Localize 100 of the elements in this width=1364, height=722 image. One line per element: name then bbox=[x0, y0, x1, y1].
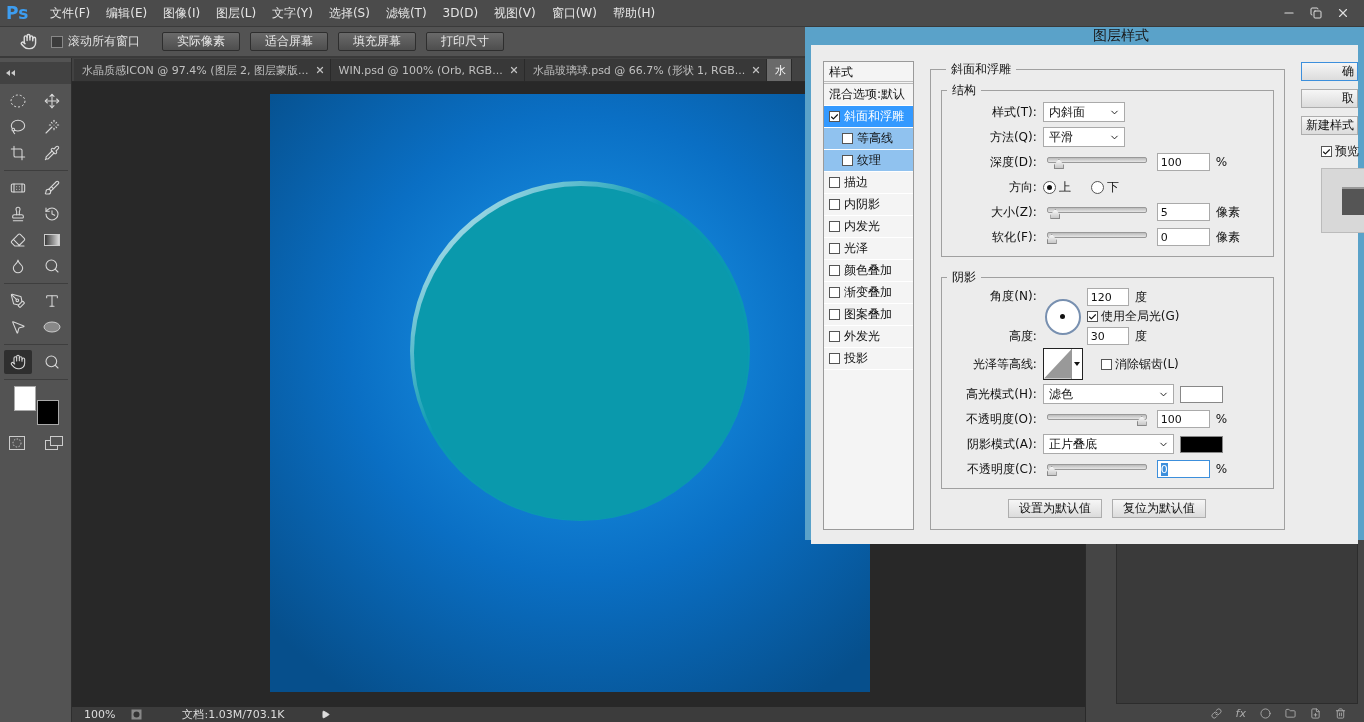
style-item[interactable]: 内发光 bbox=[824, 216, 913, 238]
slider-thumb[interactable] bbox=[1046, 234, 1057, 244]
slider[interactable] bbox=[1046, 229, 1147, 245]
number-field[interactable]: 100 bbox=[1156, 410, 1210, 428]
restore-icon[interactable] bbox=[1310, 7, 1322, 19]
link-icon[interactable] bbox=[1210, 707, 1222, 719]
hand-icon[interactable] bbox=[3, 350, 32, 374]
radio-button[interactable] bbox=[1042, 180, 1056, 194]
screen-mode-icon[interactable] bbox=[44, 436, 63, 450]
menu-item[interactable]: 窗口(W) bbox=[543, 4, 605, 22]
checkbox[interactable]: 消除锯齿(L) bbox=[1100, 355, 1179, 373]
field-label: 方法(Q): bbox=[988, 128, 1037, 146]
document-tab[interactable]: WIN.psd @ 100% (Orb, RGB... bbox=[330, 59, 525, 81]
slider[interactable] bbox=[1046, 204, 1147, 220]
play-icon[interactable] bbox=[320, 710, 330, 719]
document-tab[interactable]: 水晶质感ICON @ 97.4% (图层 2, 图层蒙版... bbox=[74, 59, 331, 81]
radio-option[interactable]: 上 bbox=[1042, 178, 1071, 196]
field-label: 高光模式(H): bbox=[965, 385, 1037, 403]
menu-item[interactable]: 编辑(E) bbox=[98, 4, 156, 22]
close-icon[interactable] bbox=[1336, 6, 1350, 20]
dropdown[interactable]: 正片叠底 bbox=[1042, 434, 1174, 454]
checkbox[interactable]: 使用全局光(G) bbox=[1086, 308, 1180, 325]
field-label: 不透明度(C): bbox=[965, 460, 1037, 478]
unit-label: 度 bbox=[1134, 327, 1147, 345]
option-button[interactable]: 实际像素 bbox=[162, 32, 240, 51]
style-item[interactable]: 渐变叠加 bbox=[824, 282, 913, 304]
color-swatch[interactable] bbox=[1179, 385, 1223, 403]
collapse-icon[interactable] bbox=[6, 70, 16, 76]
foreground-color-swatch[interactable] bbox=[13, 386, 36, 411]
fx-button[interactable]: fx bbox=[1235, 706, 1246, 720]
style-item[interactable]: 外发光 bbox=[824, 326, 913, 348]
dialog-button[interactable]: 确 bbox=[1301, 62, 1358, 81]
document-tab[interactable]: 水晶玻璃球.psd @ 66.7% (形状 1, RGB... bbox=[524, 59, 768, 81]
folder-icon[interactable] bbox=[1285, 707, 1296, 719]
check-icon bbox=[1087, 311, 1097, 322]
field-label: 高度: bbox=[1007, 328, 1037, 345]
close-icon[interactable] bbox=[314, 65, 325, 75]
menu-item[interactable]: 图像(I) bbox=[155, 4, 209, 22]
checkbox[interactable]: 滚动所有窗口 bbox=[51, 33, 140, 50]
contour-picker[interactable] bbox=[1042, 348, 1083, 380]
menu-item[interactable]: 文件(F) bbox=[42, 4, 99, 22]
default-button[interactable]: 复位为默认值 bbox=[1112, 498, 1207, 518]
quick-mask-icon[interactable] bbox=[8, 436, 25, 450]
style-item[interactable]: 纹理 bbox=[824, 150, 913, 172]
number-field[interactable]: 100 bbox=[1156, 153, 1210, 171]
slider[interactable] bbox=[1046, 411, 1147, 427]
style-item[interactable]: 内阴影 bbox=[824, 194, 913, 216]
slider[interactable] bbox=[1046, 154, 1147, 170]
dropdown[interactable]: 滤色 bbox=[1042, 384, 1174, 404]
field-label: 阴影模式(A): bbox=[966, 435, 1037, 453]
dialog-button[interactable]: 取 bbox=[1301, 89, 1358, 108]
menu-item[interactable]: 视图(V) bbox=[486, 4, 544, 22]
slider[interactable] bbox=[1046, 461, 1147, 477]
style-item[interactable]: 颜色叠加 bbox=[824, 260, 913, 282]
style-item[interactable]: 投影 bbox=[824, 348, 913, 370]
menu-item[interactable]: 滤镜(T) bbox=[377, 4, 435, 22]
document-icon[interactable] bbox=[131, 709, 143, 720]
menu-item[interactable]: 3D(D) bbox=[434, 6, 487, 20]
menu-item[interactable]: 帮助(H) bbox=[604, 4, 664, 22]
check-icon bbox=[830, 111, 839, 122]
menu-item[interactable]: 图层(L) bbox=[208, 4, 265, 22]
unit-label: 度 bbox=[1134, 288, 1147, 306]
option-button[interactable]: 打印尺寸 bbox=[426, 32, 504, 51]
menu-item[interactable]: 选择(S) bbox=[320, 4, 378, 22]
number-field[interactable]: 0 bbox=[1156, 228, 1210, 246]
section-title: 斜面和浮雕 bbox=[949, 61, 1012, 78]
new-layer-icon[interactable] bbox=[1310, 707, 1321, 719]
document-tab[interactable]: 水 bbox=[767, 59, 793, 81]
close-icon[interactable] bbox=[751, 65, 762, 75]
slider-thumb[interactable] bbox=[1136, 416, 1147, 426]
number-field[interactable]: 120 bbox=[1086, 288, 1129, 306]
radio-option[interactable]: 下 bbox=[1090, 178, 1119, 196]
number-field[interactable]: 30 bbox=[1086, 327, 1129, 345]
default-button[interactable]: 设置为默认值 bbox=[1008, 498, 1103, 518]
mask-icon[interactable] bbox=[1260, 707, 1271, 719]
radio-button[interactable] bbox=[1090, 180, 1104, 194]
dropdown[interactable]: 内斜面 bbox=[1042, 102, 1125, 122]
number-field[interactable]: 5 bbox=[1156, 203, 1210, 221]
background-color-swatch[interactable] bbox=[36, 400, 59, 425]
style-item[interactable]: 描边 bbox=[824, 172, 913, 194]
hand-icon[interactable] bbox=[20, 33, 37, 50]
angle-dial[interactable] bbox=[1044, 298, 1081, 335]
group-title: 结构 bbox=[950, 82, 977, 99]
option-button[interactable]: 适合屏幕 bbox=[250, 32, 328, 51]
trash-icon[interactable] bbox=[1335, 707, 1346, 719]
option-button[interactable]: 填充屏幕 bbox=[338, 32, 416, 51]
dialog-button[interactable]: 新建样式 bbox=[1301, 116, 1358, 135]
menu-item[interactable]: 文字(Y) bbox=[264, 4, 321, 22]
slider-thumb[interactable] bbox=[1046, 466, 1057, 476]
style-item[interactable]: 光泽 bbox=[824, 238, 913, 260]
slider-thumb[interactable] bbox=[1050, 209, 1061, 219]
style-item[interactable]: 等高线 bbox=[824, 128, 913, 150]
close-icon[interactable] bbox=[508, 65, 519, 75]
style-item[interactable]: 图案叠加 bbox=[824, 304, 913, 326]
caret-icon[interactable] bbox=[1073, 362, 1080, 366]
dropdown[interactable]: 平滑 bbox=[1042, 127, 1125, 147]
color-swatch[interactable] bbox=[1179, 435, 1223, 453]
check-icon bbox=[1322, 146, 1331, 157]
slider-thumb[interactable] bbox=[1053, 159, 1064, 169]
unit-label: 像素 bbox=[1215, 228, 1240, 246]
